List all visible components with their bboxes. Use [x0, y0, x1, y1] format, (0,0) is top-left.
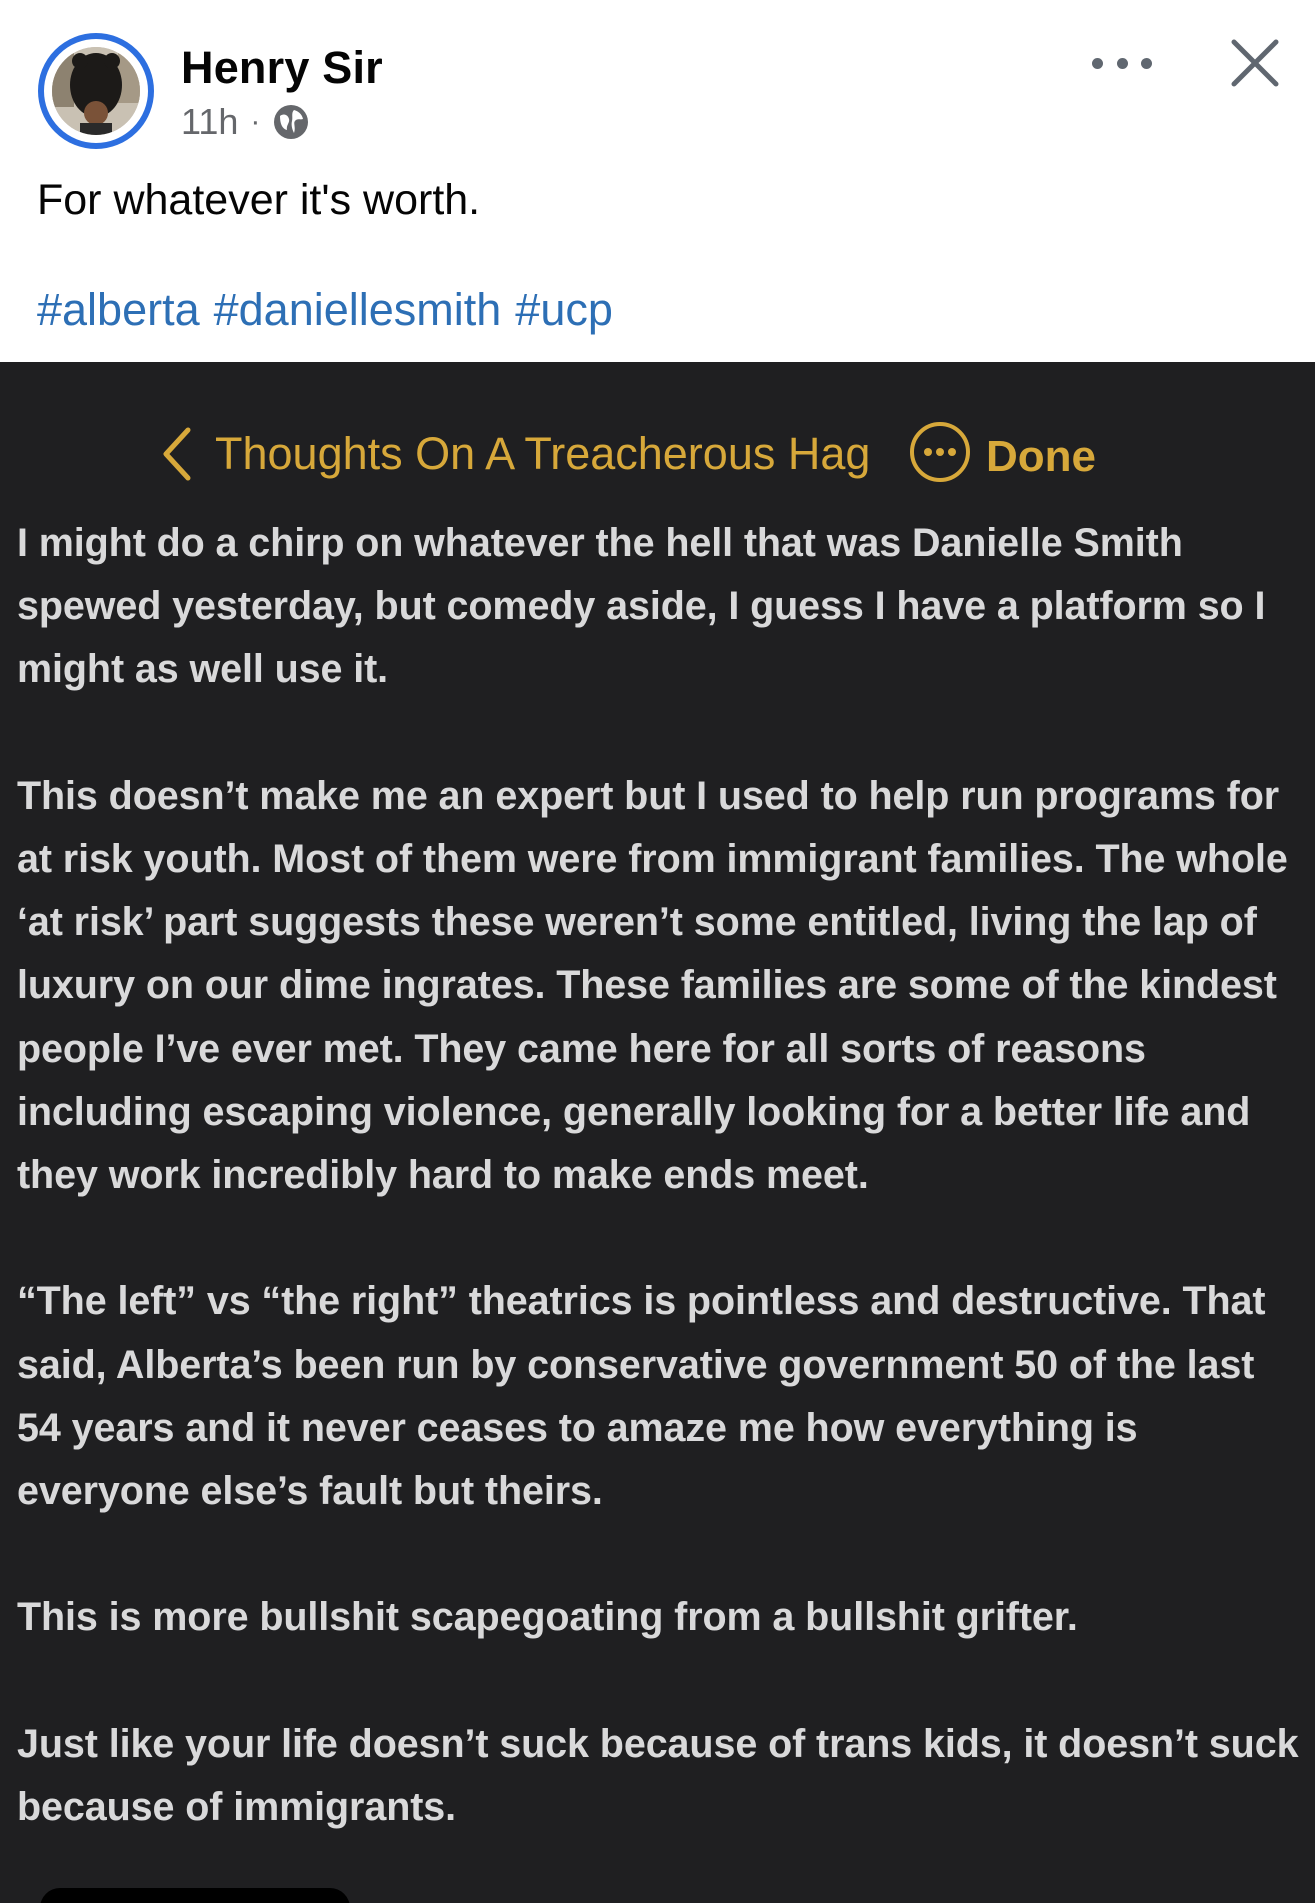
avatar-photo — [52, 47, 140, 135]
note-paragraph: This doesn’t make me an expert but I use… — [17, 773, 1288, 1198]
meta-separator: · — [250, 105, 261, 138]
author-name[interactable]: Henry Sir — [181, 42, 383, 94]
ellipsis-circle-icon — [910, 422, 970, 482]
close-icon[interactable] — [1228, 36, 1282, 90]
more-dot — [1092, 57, 1103, 69]
note-toolbar: Thoughts On A Treacherous Hag Done — [0, 414, 1315, 494]
post-time[interactable]: 11h — [181, 101, 238, 143]
avatar-image — [52, 47, 140, 135]
post-header: Henry Sir 11h · For whatever it's worth.… — [0, 0, 1315, 362]
note-paragraph: Just like your life doesn’t suck because… — [17, 1721, 1299, 1829]
more-dot — [1141, 57, 1152, 69]
chevron-left-icon — [163, 427, 191, 481]
note-paragraph: This is more bullshit scapegoating from … — [17, 1595, 1078, 1640]
more-options-icon[interactable] — [1092, 44, 1152, 82]
hashtag-link[interactable]: #daniellesmith — [214, 284, 502, 336]
note-paragraph: “The left” vs “the right” theatrics is p… — [17, 1279, 1266, 1514]
hashtag-link[interactable]: #alberta — [37, 284, 200, 336]
bottom-overlay-pill — [40, 1888, 350, 1903]
avatar[interactable] — [38, 33, 154, 149]
note-body: I might do a chirp on whatever the hell … — [17, 512, 1307, 1902]
globe-icon — [274, 105, 309, 139]
shared-note-screenshot[interactable]: Thoughts On A Treacherous Hag Done I mig… — [0, 362, 1315, 1903]
note-paragraph: I might do a chirp on whatever the hell … — [17, 521, 1266, 692]
post-meta: 11h · — [181, 100, 310, 144]
more-dot — [1116, 57, 1128, 69]
note-done-label: Done — [986, 432, 1096, 481]
post-caption: For whatever it's worth. — [37, 176, 481, 224]
hashtag-list: #alberta #daniellesmith #ucp — [37, 284, 613, 336]
hashtag-link[interactable]: #ucp — [515, 284, 613, 336]
note-title: Thoughts On A Treacherous Hag — [215, 428, 871, 479]
